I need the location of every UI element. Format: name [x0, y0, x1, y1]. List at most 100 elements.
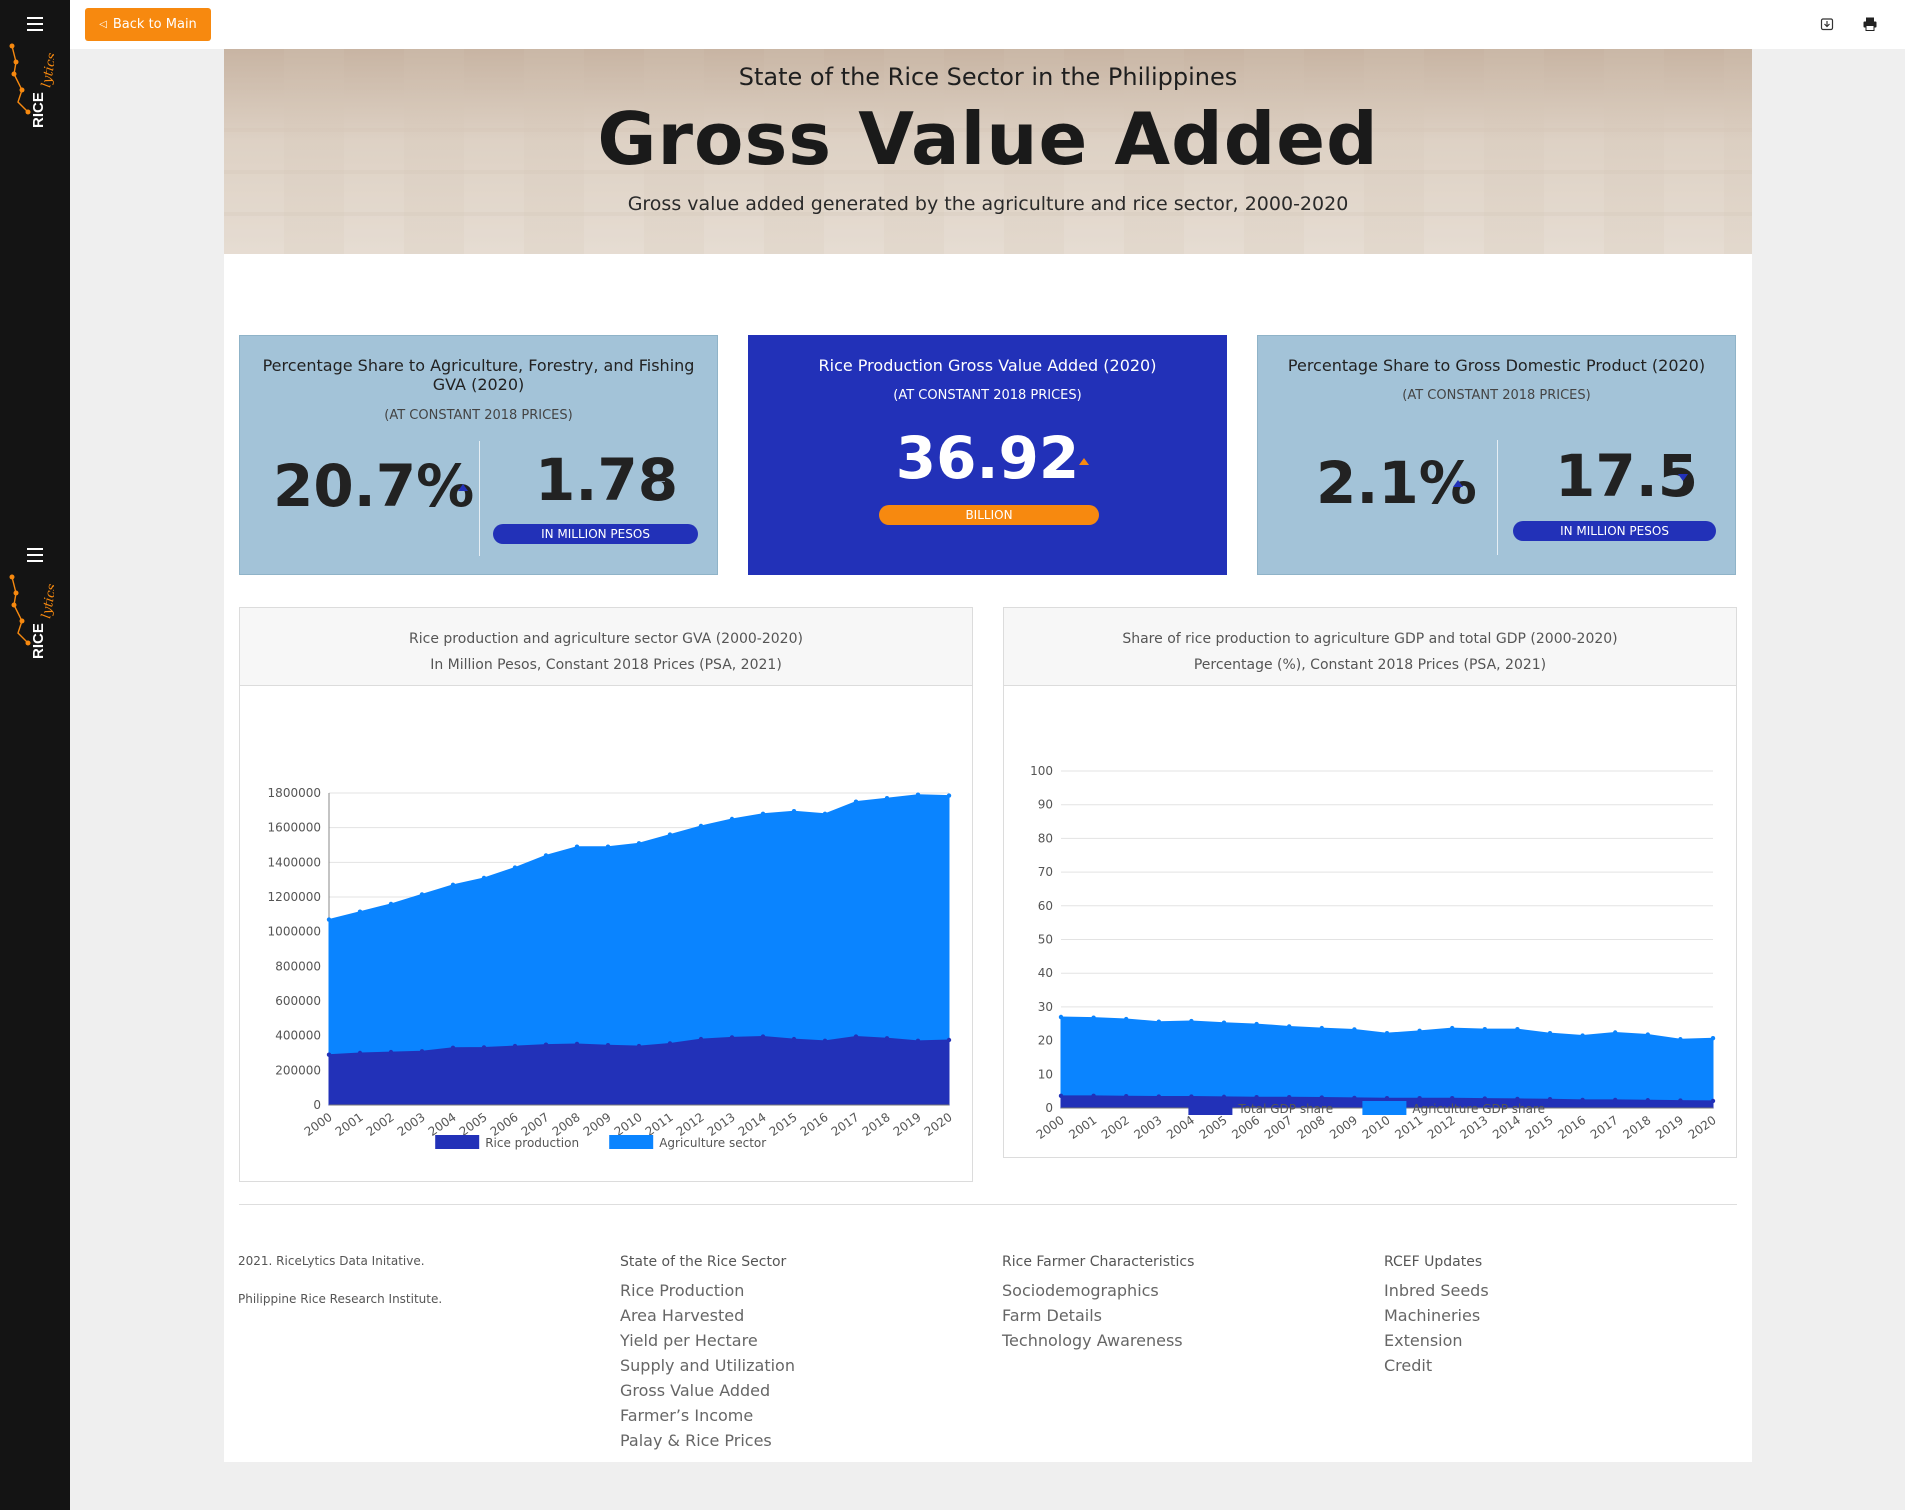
x-tick-label: 2016 [1555, 1113, 1588, 1142]
data-point [574, 1041, 580, 1047]
footer-link[interactable]: Extension [1384, 1331, 1489, 1350]
footer-heading: State of the Rice Sector [620, 1254, 787, 1270]
logo-text: RICE [30, 623, 47, 659]
y-tick-label: 1000000 [268, 925, 321, 939]
data-point [326, 917, 332, 922]
data-point [1384, 1096, 1390, 1101]
stat-card-agri-share: Percentage Share to Agriculture, Forestr… [239, 335, 718, 575]
x-tick-label: 2002 [1099, 1113, 1132, 1142]
footer-link[interactable]: Yield per Hectare [620, 1331, 795, 1350]
footer-link[interactable]: Farm Details [1002, 1306, 1194, 1325]
footer-col-rice-sector: State of the Rice Sector Rice Production… [620, 1254, 795, 1456]
logo-text: RICE [30, 92, 47, 128]
data-point [1613, 1097, 1618, 1103]
x-tick-label: 2014 [736, 1110, 769, 1139]
chart-title: Share of rice production to agriculture … [1122, 631, 1618, 647]
print-icon[interactable] [1862, 16, 1878, 32]
hamburger-icon[interactable] [27, 17, 43, 31]
footer-link[interactable]: Machineries [1384, 1306, 1489, 1325]
stat-title: Rice Production Gross Value Added (2020) [818, 356, 1157, 375]
data-point [667, 832, 673, 837]
data-point [1678, 1037, 1683, 1042]
x-tick-label: 2017 [829, 1110, 862, 1139]
chart-subtitle: Percentage (%), Constant 2018 Prices (PS… [1193, 657, 1547, 673]
x-tick-label: 2010 [1360, 1113, 1393, 1142]
y-tick-label: 1800000 [268, 786, 321, 800]
back-to-main-button[interactable]: ◁ Back to Main [85, 8, 211, 41]
y-tick-label: 50 [1038, 933, 1053, 947]
data-point [1124, 1094, 1129, 1099]
x-tick-label: 2016 [798, 1110, 831, 1139]
data-point [760, 1034, 766, 1039]
footer-link[interactable]: Technology Awareness [1002, 1331, 1194, 1350]
data-point [822, 811, 828, 816]
data-point [698, 823, 704, 829]
ricelytics-logo[interactable]: RICE lytics [6, 40, 54, 130]
gva-area-chart: 0 200000 400000 600000 800000 1000000 1200000 1… [268, 786, 955, 1150]
x-tick-label: 2009 [581, 1110, 614, 1139]
y-tick-label: 10 [1038, 1067, 1053, 1081]
legend-swatch [1362, 1101, 1407, 1115]
y-tick-label: 100 [1030, 764, 1053, 778]
x-tick-label: 2019 [1653, 1113, 1686, 1142]
data-point [1580, 1097, 1585, 1103]
download-icon[interactable] [1819, 16, 1835, 32]
data-point [1287, 1095, 1292, 1100]
data-point [1515, 1026, 1520, 1032]
chart-header: Rice production and agriculture sector G… [240, 608, 972, 686]
arrow-up-icon [1079, 458, 1089, 465]
data-point [1710, 1098, 1716, 1104]
footer-link[interactable]: Inbred Seeds [1384, 1281, 1489, 1300]
x-tick-label: 2004 [1164, 1113, 1197, 1142]
data-point [1058, 1093, 1064, 1099]
stat-note: (AT CONSTANT 2018 PRICES) [384, 408, 573, 423]
hamburger-icon-secondary[interactable] [27, 548, 43, 562]
x-tick-label: 2012 [674, 1110, 707, 1139]
footer-link[interactable]: Sociodemographics [1002, 1281, 1194, 1300]
footer-link[interactable]: Supply and Utilization [620, 1356, 795, 1375]
x-tick-label: 2007 [1262, 1113, 1295, 1142]
ricelytics-logo-secondary[interactable]: RICE lytics [6, 571, 54, 661]
footer-link[interactable]: Area Harvested [620, 1306, 795, 1325]
x-tick-label: 2006 [1229, 1113, 1262, 1142]
x-tick-label: 2003 [395, 1110, 428, 1139]
data-point [853, 799, 859, 804]
x-tick-label: 2011 [643, 1110, 676, 1139]
data-point [1384, 1030, 1390, 1036]
data-point [636, 841, 642, 846]
data-point [667, 1041, 673, 1046]
footer-link[interactable]: Farmer’s Income [620, 1406, 795, 1425]
data-point [915, 792, 921, 797]
footer-link[interactable]: Palay & Rice Prices [620, 1431, 795, 1450]
x-tick-label: 2007 [519, 1110, 552, 1139]
data-point [1287, 1024, 1292, 1029]
data-point [543, 853, 549, 858]
y-tick-label: 600000 [275, 994, 321, 1008]
data-point [419, 1049, 425, 1054]
x-tick-label: 2009 [1327, 1113, 1360, 1142]
data-point [1319, 1025, 1324, 1031]
data-point [388, 1049, 394, 1055]
footer-link[interactable]: Credit [1384, 1356, 1489, 1375]
footer-col-farmer: Rice Farmer Characteristics Sociodemogra… [1002, 1254, 1194, 1356]
arrow-down-icon [1678, 474, 1688, 481]
footer-link[interactable]: Rice Production [620, 1281, 795, 1300]
data-point [512, 1043, 518, 1049]
stat-title: Percentage Share to Agriculture, Forestr… [262, 356, 695, 394]
footer-link[interactable]: Gross Value Added [620, 1381, 795, 1400]
data-point [1156, 1094, 1161, 1099]
footer-heading: RCEF Updates [1384, 1254, 1483, 1270]
x-tick-label: 2017 [1588, 1113, 1621, 1142]
data-point [388, 901, 394, 907]
y-tick-label: 800000 [275, 959, 321, 973]
legend-swatch [1188, 1101, 1233, 1115]
page-title: Gross Value Added [597, 97, 1379, 181]
data-point [450, 882, 456, 888]
y-tick-label: 0 [313, 1098, 321, 1112]
y-tick-label: 200000 [275, 1063, 321, 1077]
hero-supertitle: State of the Rice Sector in the Philippi… [738, 63, 1238, 91]
chart-title: Rice production and agriculture sector G… [409, 631, 803, 647]
hero-banner: State of the Rice Sector in the Philippi… [224, 49, 1752, 254]
x-tick-label: 2012 [1425, 1113, 1458, 1142]
stat-value-amount: 17.5 [1555, 442, 1699, 510]
